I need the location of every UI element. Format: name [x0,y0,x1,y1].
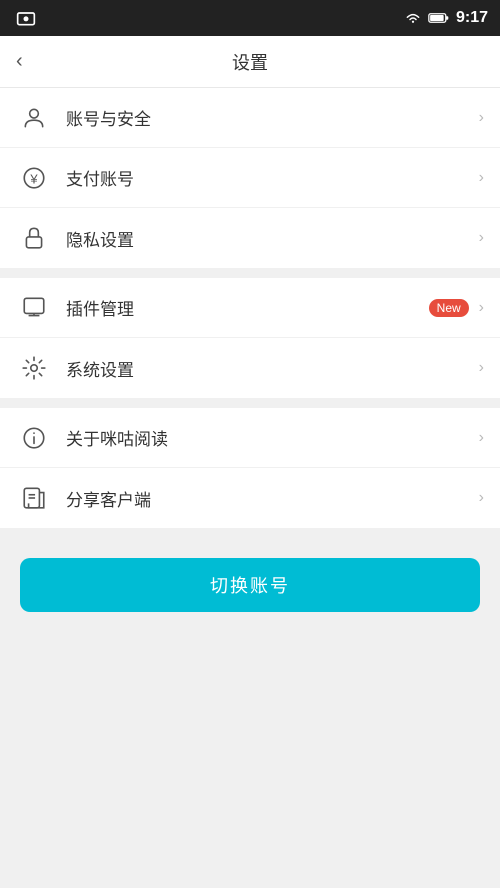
status-bar: 9:17 [0,0,500,36]
menu-item-system[interactable]: 系统设置 › [0,338,500,398]
account-section: 账号与安全 › ¥ 支付账号 › 隐私设置 › [0,88,500,268]
arrow-icon: › [479,429,484,447]
arrow-icon: › [479,359,484,377]
plugin-icon [16,290,52,326]
menu-item-account-security[interactable]: 账号与安全 › [0,88,500,148]
lock-icon [16,220,52,256]
arrow-icon: › [479,299,484,317]
info-icon [16,420,52,456]
yen-icon: ¥ [16,160,52,196]
menu-item-privacy[interactable]: 隐私设置 › [0,208,500,268]
switch-account-button[interactable]: 切换账号 [20,558,480,612]
photo-icon [16,10,36,26]
arrow-icon: › [479,169,484,187]
menu-item-about[interactable]: 关于咪咕阅读 › [0,408,500,468]
plugin-label: 插件管理 [66,295,429,320]
menu-item-payment[interactable]: ¥ 支付账号 › [0,148,500,208]
status-bar-left [12,10,398,26]
menu-item-plugin[interactable]: 插件管理 New › [0,278,500,338]
page-title: 设置 [232,49,268,75]
plugin-section: 插件管理 New › 系统设置 › [0,278,500,398]
about-label: 关于咪咕阅读 [66,425,475,450]
menu-item-share[interactable]: 分享客户端 › [0,468,500,528]
header: ‹ 设置 [0,36,500,88]
share-label: 分享客户端 [66,486,475,511]
system-label: 系统设置 [66,356,475,381]
user-icon [16,100,52,136]
new-badge: New [429,299,469,317]
arrow-icon: › [479,109,484,127]
bottom-area: 切换账号 [0,538,500,632]
privacy-label: 隐私设置 [66,226,475,251]
gear-icon [16,350,52,386]
arrow-icon: › [479,489,484,507]
account-security-label: 账号与安全 [66,105,475,130]
back-button[interactable]: ‹ [16,50,23,73]
share-icon [16,480,52,516]
payment-label: 支付账号 [66,165,475,190]
content: 账号与安全 › ¥ 支付账号 › 隐私设置 › [0,88,500,632]
wifi-icon [404,11,422,25]
svg-text:¥: ¥ [29,171,38,186]
status-icons: 9:17 [404,9,488,27]
battery-icon [428,12,450,24]
status-time: 9:17 [456,9,488,27]
arrow-icon: › [479,229,484,247]
about-section: 关于咪咕阅读 › 分享客户端 › [0,408,500,528]
